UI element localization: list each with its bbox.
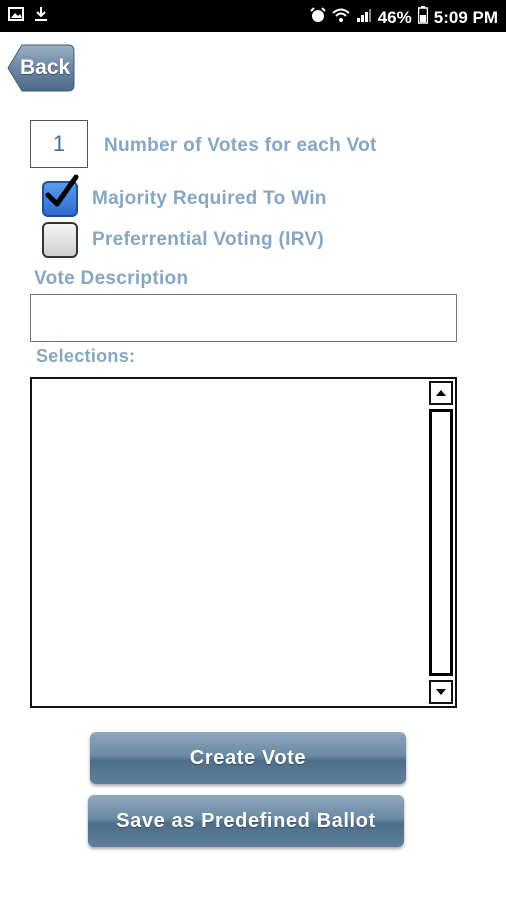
- scroll-track[interactable]: [429, 409, 453, 676]
- selections-scrollbar[interactable]: [429, 381, 453, 704]
- description-input[interactable]: [30, 294, 457, 342]
- selections-label: Selections:: [36, 346, 136, 366]
- status-right: 46% 5:09 PM: [310, 6, 498, 29]
- download-icon: [34, 6, 48, 27]
- clock: 5:09 PM: [433, 7, 498, 27]
- create-vote-button[interactable]: Create Vote: [90, 732, 406, 784]
- majority-checkbox[interactable]: [42, 174, 79, 217]
- description-label: Vote Description: [34, 268, 189, 289]
- back-button[interactable]: Back: [6, 42, 76, 94]
- irv-label[interactable]: Preferrential Voting (IRV): [92, 229, 324, 251]
- scroll-up-button[interactable]: [429, 381, 453, 405]
- battery-icon: [417, 6, 428, 29]
- alarm-icon: [310, 7, 326, 28]
- save-ballot-label: Save as Predefined Ballot: [116, 809, 376, 832]
- majority-label[interactable]: Majority Required To Win: [92, 188, 327, 210]
- status-bar: 46% 5:09 PM: [0, 0, 506, 32]
- votes-count-input[interactable]: 1: [30, 120, 88, 168]
- signal-icon: [356, 7, 372, 28]
- selections-textarea[interactable]: [30, 377, 457, 708]
- status-left-icons: [8, 6, 48, 27]
- checkmark-icon: [42, 173, 82, 218]
- scroll-down-button[interactable]: [429, 680, 453, 704]
- irv-checkbox[interactable]: [42, 222, 78, 258]
- arrow-down-icon: [436, 689, 446, 695]
- votes-count-label: Number of Votes for each Vot: [104, 135, 377, 156]
- image-icon: [8, 6, 24, 27]
- battery-percent: 46%: [377, 7, 412, 27]
- arrow-up-icon: [436, 390, 446, 396]
- create-vote-label: Create Vote: [189, 746, 307, 769]
- wifi-icon: [332, 7, 350, 28]
- votes-count-value: 1: [52, 131, 66, 156]
- save-ballot-button[interactable]: Save as Predefined Ballot: [88, 795, 404, 847]
- back-label: Back: [20, 56, 71, 79]
